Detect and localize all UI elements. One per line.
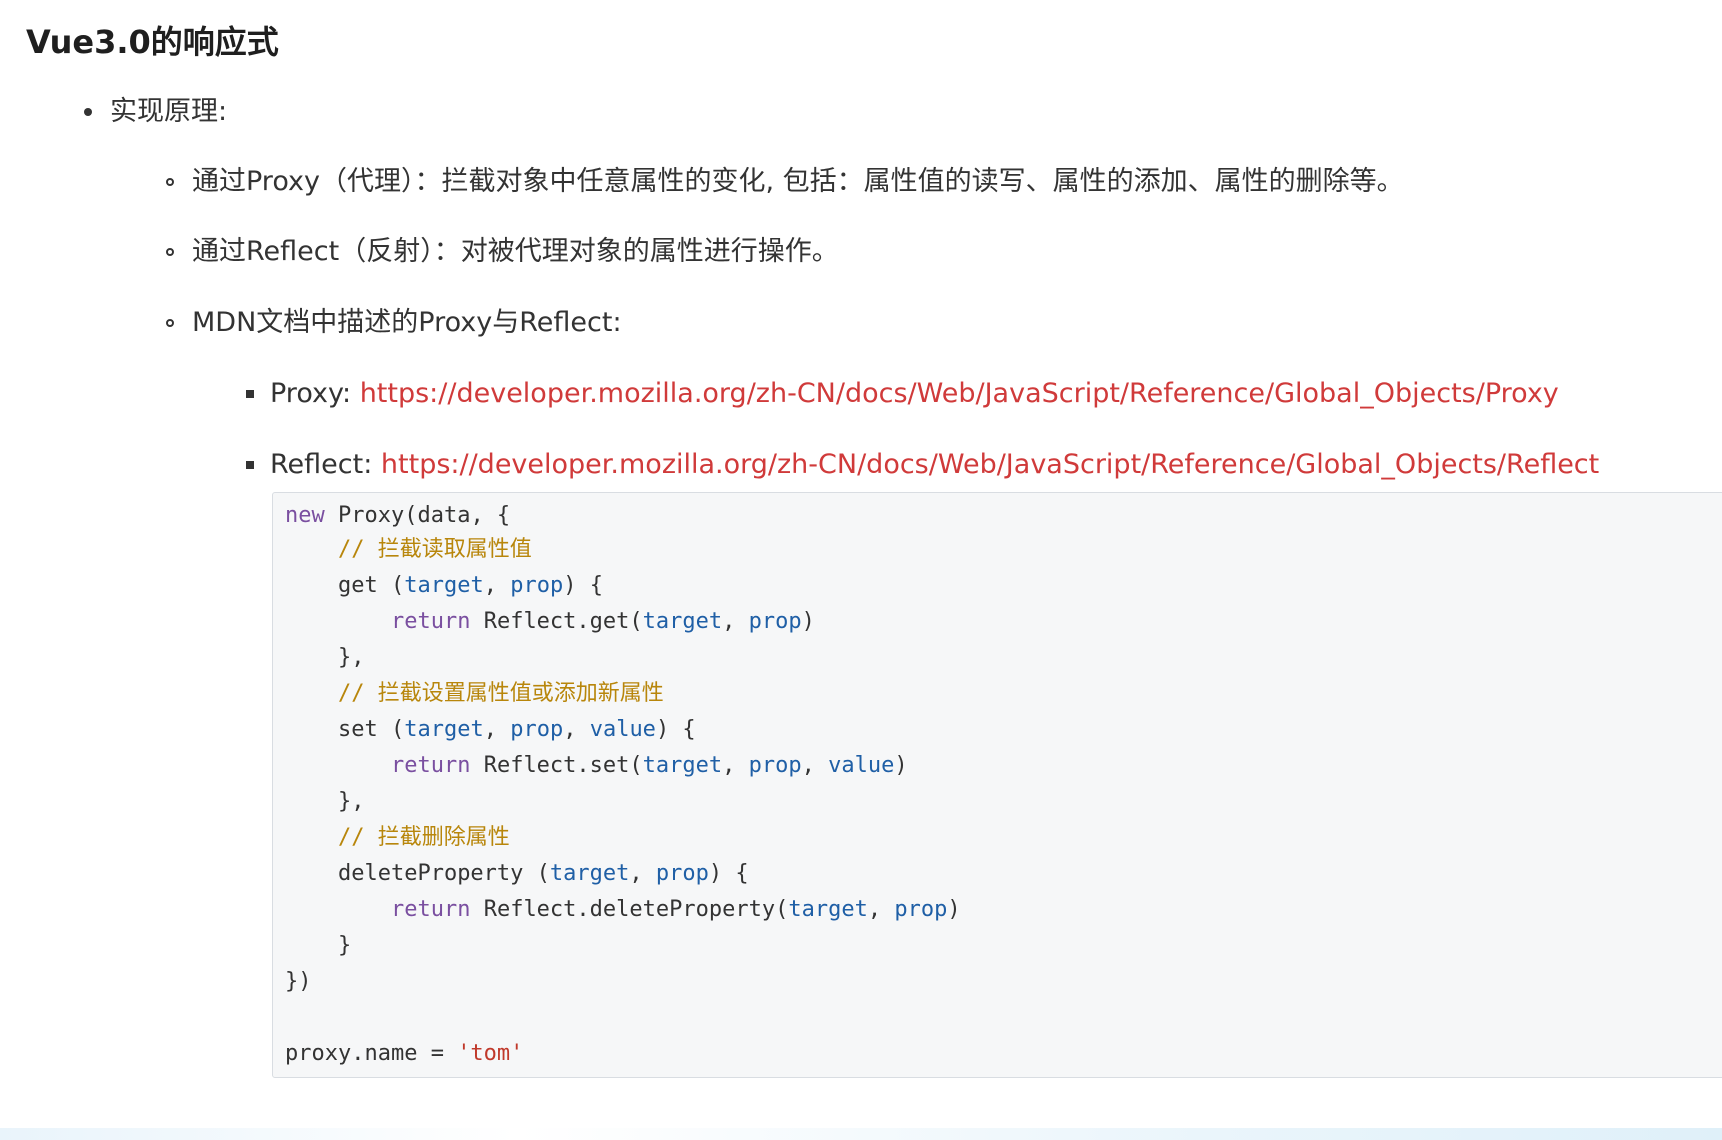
proxy-mdn-link[interactable]: https://developer.mozilla.org/zh-CN/docs…: [360, 378, 1559, 409]
reflect-label: Reflect:: [270, 449, 373, 480]
code-comment: // 拦截删除属性: [337, 825, 510, 850]
page-title: Vue3.0的响应式: [26, 23, 279, 61]
list-item-proxy-link: Proxy: https://developer.mozilla.org/zh-…: [270, 374, 1559, 414]
bullet-circle: [166, 178, 174, 186]
code-block: new Proxy(data, { // 拦截读取属性值 get (target…: [272, 492, 1722, 1078]
bullet-circle: [166, 319, 174, 327]
bullet-circle: [166, 248, 174, 256]
bullet-square: [246, 461, 254, 469]
code-comment: // 拦截读取属性值: [337, 537, 532, 562]
code-line: return Reflect.set(target, prop, value): [390, 753, 908, 778]
code-line: },: [337, 789, 365, 814]
code-line: get (target, prop) {: [337, 573, 603, 598]
code-line: deleteProperty (target, prop) {: [337, 861, 749, 886]
list-item-reflect-desc: 通过Reflect（反射）：对被代理对象的属性进行操作。: [192, 236, 839, 267]
list-item-reflect-link: Reflect: https://developer.mozilla.org/z…: [270, 445, 1599, 485]
code-line: proxy.name = 'tom': [285, 1041, 524, 1066]
list-item-principle: 实现原理:: [110, 96, 228, 127]
list-item-proxy-desc: 通过Proxy（代理）：拦截对象中任意属性的变化, 包括：属性值的读写、属性的添…: [192, 166, 1404, 197]
code-comment: // 拦截设置属性值或添加新属性: [337, 681, 664, 706]
code-line: new Proxy(data, {: [285, 503, 511, 528]
code-line: }: [337, 933, 352, 958]
proxy-label: Proxy:: [270, 378, 352, 409]
bullet-square: [246, 390, 254, 398]
code-line: }): [285, 969, 312, 994]
bullet-disc: [84, 108, 92, 116]
bottom-decoration: [0, 1128, 1722, 1140]
reflect-mdn-link[interactable]: https://developer.mozilla.org/zh-CN/docs…: [381, 449, 1599, 480]
code-line: return Reflect.get(target, prop): [390, 609, 815, 634]
code-line: },: [337, 645, 365, 670]
list-item-mdn: MDN文档中描述的Proxy与Reflect:: [192, 307, 622, 338]
code-line: set (target, prop, value) {: [337, 717, 696, 742]
code-line: return Reflect.deleteProperty(target, pr…: [390, 897, 961, 922]
